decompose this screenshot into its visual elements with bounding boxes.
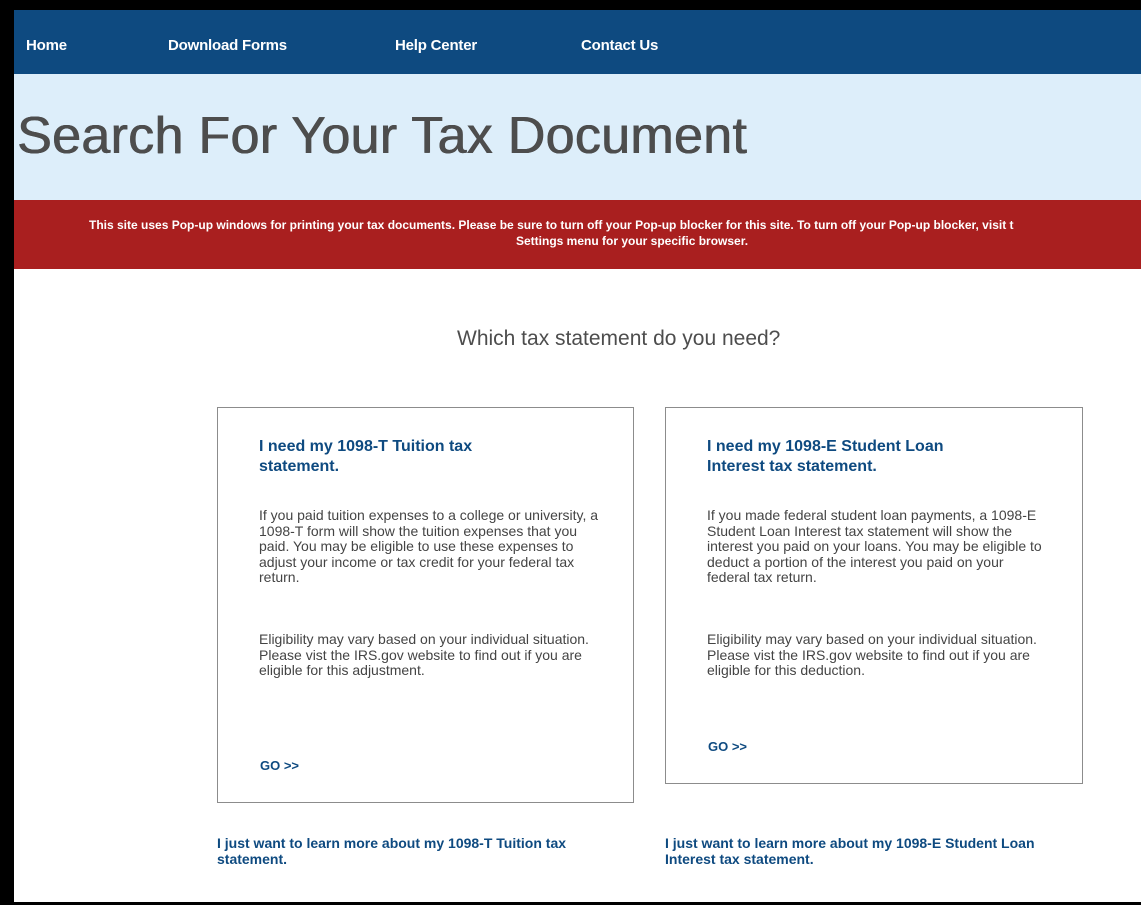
page-title: Search For Your Tax Document (17, 107, 748, 165)
tuition-card-eligibility: Eligibility may vary based on your indiv… (259, 631, 589, 678)
page-header: Search For Your Tax Document (14, 74, 1141, 200)
statement-question: Which tax statement do you need? (457, 327, 781, 350)
top-navigation: Home Download Forms Help Center Contact … (14, 10, 1141, 74)
student-loan-card-eligibility: Eligibility may vary based on your indiv… (707, 631, 1037, 678)
student-loan-statement-card[interactable]: I need my 1098-E Student Loan Interest t… (665, 407, 1083, 784)
nav-contact-us-link[interactable]: Contact Us (581, 37, 658, 54)
tuition-card-description: If you paid tuition expenses to a colleg… (259, 507, 599, 585)
student-loan-card-title: I need my 1098-E Student Loan Interest t… (707, 438, 944, 475)
tuition-statement-card[interactable]: I need my 1098-T Tuition tax statement. … (217, 407, 634, 803)
alert-text-line-2: Settings menu for your specific browser. (516, 234, 749, 248)
learn-more-student-loan-link[interactable]: I just want to learn more about my 1098-… (665, 835, 1055, 867)
alert-text-line-1: This site uses Pop-up windows for printi… (89, 218, 1014, 232)
student-loan-go-link[interactable]: GO >> (708, 739, 747, 754)
tuition-go-link[interactable]: GO >> (260, 758, 299, 773)
nav-help-center-link[interactable]: Help Center (395, 37, 477, 54)
learn-more-tuition-link[interactable]: I just want to learn more about my 1098-… (217, 835, 637, 867)
nav-download-forms-link[interactable]: Download Forms (168, 37, 287, 54)
browser-viewport: Home Download Forms Help Center Contact … (14, 10, 1141, 902)
popup-blocker-alert: This site uses Pop-up windows for printi… (14, 200, 1141, 269)
nav-home-link[interactable]: Home (26, 37, 67, 54)
student-loan-card-description: If you made federal student loan payment… (707, 507, 1042, 585)
tuition-card-title: I need my 1098-T Tuition tax statement. (259, 438, 473, 475)
